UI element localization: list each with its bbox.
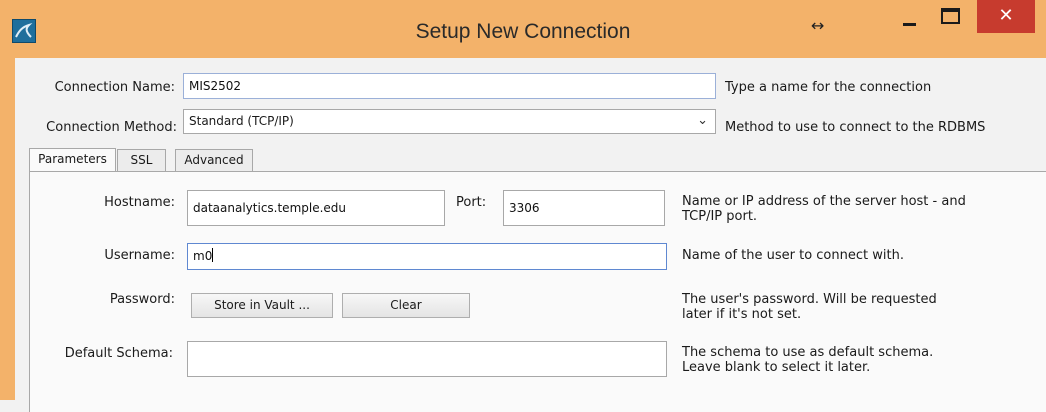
- text-cursor: [212, 248, 214, 262]
- default-schema-hint-line-1: The schema to use as default schema.: [682, 345, 934, 360]
- connection-name-hint: Type a name for the connection: [725, 80, 932, 95]
- port-input[interactable]: 3306: [503, 190, 665, 226]
- maximize-button[interactable]: [933, 0, 969, 33]
- connection-method-value: Standard (TCP/IP): [189, 114, 294, 128]
- window-frame-left: [0, 58, 15, 400]
- window-title-bar[interactable]: Setup New Connection ↔ ✕: [0, 0, 1046, 58]
- resize-arrows-icon[interactable]: ↔: [811, 16, 824, 35]
- password-label: Password:: [109, 292, 175, 307]
- connection-method-label: Connection Method:: [46, 120, 177, 135]
- username-value: m0: [193, 249, 213, 263]
- default-schema-input[interactable]: [187, 341, 667, 377]
- default-schema-hint: The schema to use as default schema. Lea…: [682, 345, 933, 375]
- close-icon: ✕: [998, 5, 1014, 26]
- hostname-input[interactable]: dataanalytics.temple.edu: [187, 190, 445, 226]
- tab-advanced[interactable]: Advanced: [175, 149, 253, 171]
- default-schema-label: Default Schema:: [64, 346, 173, 361]
- hostname-hint-line-1: Name or IP address of the server host - …: [682, 194, 966, 209]
- connection-method-hint: Method to use to connect to the RDBMS: [725, 120, 986, 135]
- hostname-label: Hostname:: [104, 195, 175, 210]
- password-hint-line-2: later if it's not set.: [682, 307, 802, 322]
- clear-password-button[interactable]: Clear: [342, 293, 470, 318]
- parameters-panel: Hostname: dataanalytics.temple.edu Port:…: [29, 171, 1046, 412]
- window-title: Setup New Connection: [415, 20, 631, 43]
- minimize-button[interactable]: [894, 0, 924, 33]
- password-hint: The user's password. Will be requested l…: [682, 292, 937, 322]
- chevron-down-icon: ⌄: [697, 113, 708, 128]
- username-label: Username:: [104, 248, 175, 263]
- username-input[interactable]: m0: [187, 243, 667, 270]
- default-schema-hint-line-2: Leave blank to select it later.: [682, 360, 871, 375]
- tab-parameters[interactable]: Parameters: [29, 148, 116, 172]
- hostname-hint-line-2: TCP/IP port.: [682, 209, 758, 224]
- password-hint-line-1: The user's password. Will be requested: [682, 292, 937, 307]
- close-button[interactable]: ✕: [977, 0, 1035, 33]
- store-in-vault-button[interactable]: Store in Vault ...: [191, 293, 333, 318]
- port-label: Port:: [456, 195, 487, 210]
- username-hint: Name of the user to connect with.: [682, 248, 904, 263]
- hostname-hint: Name or IP address of the server host - …: [682, 194, 966, 224]
- connection-method-select[interactable]: Standard (TCP/IP) ⌄: [183, 109, 716, 134]
- dialog-body: Connection Name: MIS2502 Type a name for…: [15, 58, 1046, 412]
- tab-ssl[interactable]: SSL: [117, 149, 166, 171]
- connection-name-input[interactable]: MIS2502: [183, 73, 716, 99]
- connection-name-label: Connection Name:: [54, 80, 175, 95]
